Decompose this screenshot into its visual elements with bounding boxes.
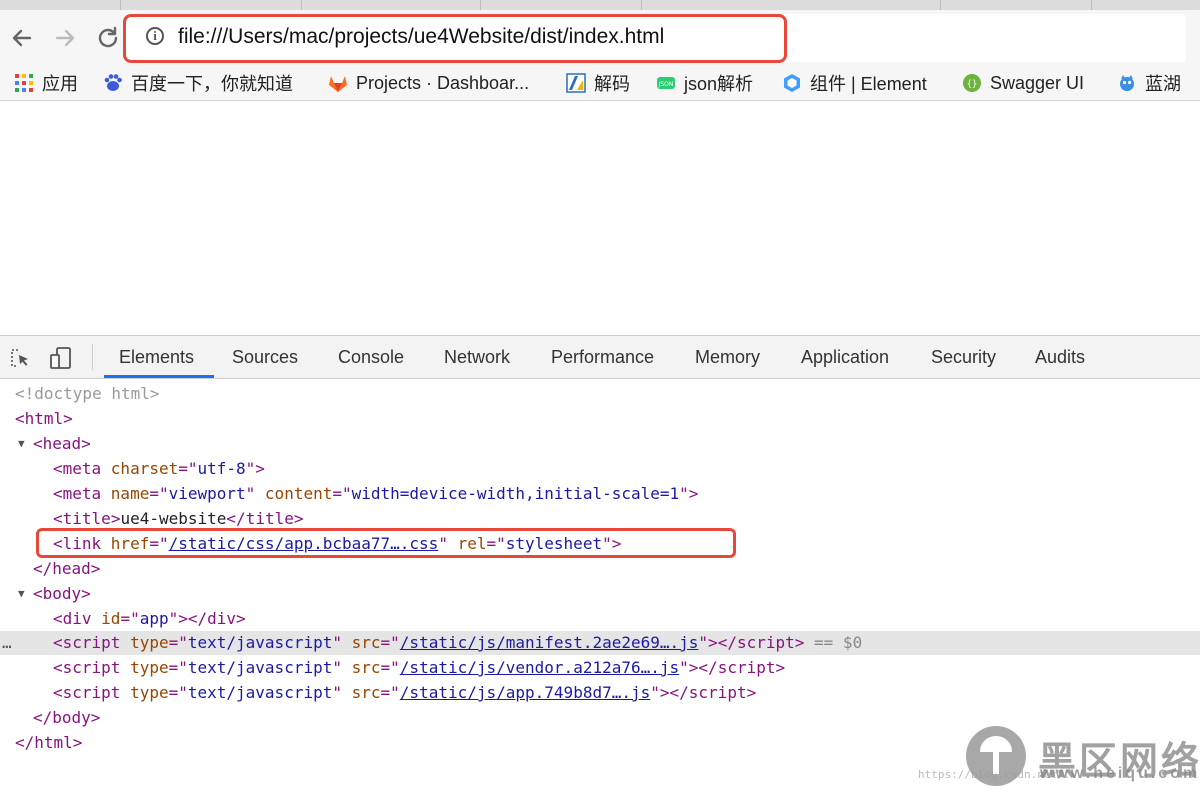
reload-button[interactable] — [94, 24, 122, 52]
svg-text:{}: {} — [967, 80, 978, 90]
tag-name: head — [42, 434, 82, 453]
arrow-left-icon — [12, 29, 32, 47]
url-highlight-box — [123, 14, 787, 63]
tag-name: title — [245, 509, 294, 528]
arrow-right-icon — [55, 29, 75, 47]
reload-icon — [98, 26, 118, 48]
attr-name: id — [101, 609, 121, 628]
json-icon: JSON — [657, 77, 675, 89]
apps-grid-icon — [15, 74, 33, 92]
device-toggle-button[interactable] — [49, 346, 73, 370]
lanhu-icon — [1120, 75, 1134, 91]
tab-elements[interactable]: Elements — [119, 336, 194, 378]
attr-value: text/javascript — [187, 683, 333, 702]
dom-node-head[interactable]: ▼ <head> — [0, 432, 1200, 456]
tag-name: html — [34, 733, 73, 752]
attr-value: utf-8 — [197, 459, 246, 478]
bookmark-gitlab[interactable]: Projects · Dashboar... — [328, 70, 529, 96]
tag-name: html — [24, 409, 64, 428]
bookmark-label: 百度一下，你就知道 — [131, 74, 293, 94]
tag-name: head — [52, 559, 91, 578]
bookmark-label: Swagger UI — [990, 72, 1085, 93]
tab-audits[interactable]: Audits — [1035, 336, 1085, 378]
decode-icon — [566, 73, 586, 93]
browser-tab[interactable] — [940, 0, 1092, 10]
browser-tab[interactable] — [120, 0, 302, 10]
collapse-triangle-icon[interactable]: ▼ — [18, 432, 25, 456]
attr-value: text/javascript — [187, 658, 333, 677]
dom-node-meta-charset[interactable]: <meta charset="utf-8"> — [0, 457, 1200, 481]
dom-node-div-app[interactable]: <div id="app"></div> — [0, 607, 1200, 631]
bookmark-label: 蓝湖 — [1145, 74, 1181, 94]
attr-name: charset — [110, 459, 179, 478]
toolbar-separator — [92, 344, 93, 370]
tag-name: body — [42, 584, 82, 603]
bookmark-baidu[interactable]: 百度一下，你就知道 — [103, 70, 293, 96]
src-link[interactable]: /static/js/vendor.a212a76….js — [400, 658, 679, 677]
bookmark-decode[interactable]: 解码 — [566, 70, 630, 96]
bookmark-label: 组件 | Element — [810, 74, 927, 94]
attr-value: viewport — [168, 484, 246, 503]
watermark-url: www.heiqu.com — [1040, 765, 1200, 782]
bookmark-json[interactable]: JSON json解析 — [656, 70, 753, 96]
bookmark-lanhu[interactable]: 蓝湖 — [1117, 70, 1181, 96]
inspect-element-icon — [11, 349, 28, 367]
dom-node-head-close[interactable]: </head> — [0, 557, 1200, 581]
tab-memory[interactable]: Memory — [695, 336, 760, 378]
doctype-text: <!doctype html> — [15, 384, 160, 403]
tab-performance[interactable]: Performance — [551, 336, 654, 378]
src-link[interactable]: /static/js/app.749b8d7….js — [400, 683, 650, 702]
attr-value: width=device-width,initial-scale=1 — [351, 484, 680, 503]
dom-node-script-vendor[interactable]: <script type="text/javascript" src="/sta… — [0, 656, 1200, 680]
bookmark-apps[interactable]: 应用 — [14, 70, 78, 96]
selected-marker: == $0 — [814, 633, 863, 652]
bookmark-swagger[interactable]: {} Swagger UI — [962, 70, 1084, 96]
dom-node-script-app[interactable]: <script type="text/javascript" src="/sta… — [0, 681, 1200, 705]
device-toggle-icon — [50, 347, 71, 369]
page-viewport — [0, 101, 1200, 335]
element-icon — [784, 74, 800, 92]
tab-security[interactable]: Security — [931, 336, 996, 378]
bookmark-element[interactable]: 组件 | Element — [782, 70, 927, 96]
tab-application[interactable]: Application — [801, 336, 889, 378]
back-button[interactable] — [8, 24, 36, 52]
more-icon[interactable]: … — [2, 631, 12, 655]
src-link[interactable]: /static/js/manifest.2ae2e69….js — [400, 633, 699, 652]
bookmark-label: 应用 — [42, 74, 78, 94]
dom-node-html[interactable]: <html> — [0, 407, 1200, 431]
dom-node-script-manifest[interactable]: … <script type="text/javascript" src="/s… — [0, 631, 1200, 655]
dom-node-doctype[interactable]: <!doctype html> — [0, 382, 1200, 406]
tag-name: title — [62, 509, 111, 528]
bookmarks-bar: 应用 百度一下，你就知道 Projects · Dashboar... 解码 J… — [0, 66, 1200, 101]
attr-value: text/javascript — [187, 633, 333, 652]
bookmark-label: 解码 — [594, 74, 630, 94]
svg-text:JSON: JSON — [658, 81, 674, 88]
tab-sources[interactable]: Sources — [232, 336, 298, 378]
attr-name: name — [110, 484, 150, 503]
bookmark-label: json解析 — [684, 74, 754, 94]
browser-tab[interactable] — [480, 0, 642, 10]
devtools-tabbar: Elements Sources Console Network Perform… — [0, 336, 1200, 379]
baidu-paw-icon — [104, 74, 122, 91]
dom-node-body[interactable]: ▼ <body> — [0, 582, 1200, 606]
tab-console[interactable]: Console — [338, 336, 404, 378]
swagger-icon: {} — [963, 74, 981, 92]
title-text: ue4-website — [120, 509, 227, 528]
collapse-triangle-icon[interactable]: ▼ — [18, 582, 25, 606]
inspect-element-button[interactable] — [8, 346, 32, 370]
attr-value: app — [139, 609, 169, 628]
watermark-logo-icon — [966, 726, 1026, 786]
tab-network[interactable]: Network — [444, 336, 510, 378]
link-highlight-box — [36, 528, 736, 558]
gitlab-fox-icon — [329, 76, 347, 92]
forward-button[interactable] — [51, 24, 79, 52]
bookmark-label: Projects · Dashboar... — [356, 72, 530, 93]
attr-name: content — [264, 484, 333, 503]
dom-node-meta-viewport[interactable]: <meta name="viewport" content="width=dev… — [0, 482, 1200, 506]
active-tab-indicator — [104, 375, 214, 378]
tag-name: body — [52, 708, 91, 727]
